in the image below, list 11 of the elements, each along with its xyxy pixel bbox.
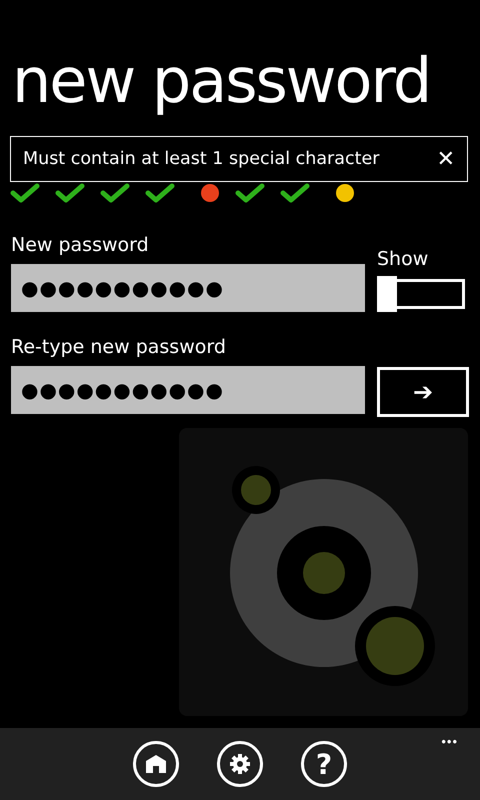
password-field[interactable]: ●●●●●●●●●●● [11,264,365,312]
help-button[interactable]: ? [301,741,347,787]
more-button[interactable]: ••• [441,734,458,749]
toggle-label: Show [377,248,430,270]
close-button[interactable]: ✕ [436,146,455,172]
submit-button[interactable]: ➔ [377,367,469,417]
field-label: Re-type new password [11,336,227,358]
message-text: Must contain at least 1 special character [23,149,380,169]
password-field[interactable]: ●●●●●●●●●●● [11,366,365,414]
page-title: new password [12,43,432,119]
field-label: New password [11,234,150,256]
